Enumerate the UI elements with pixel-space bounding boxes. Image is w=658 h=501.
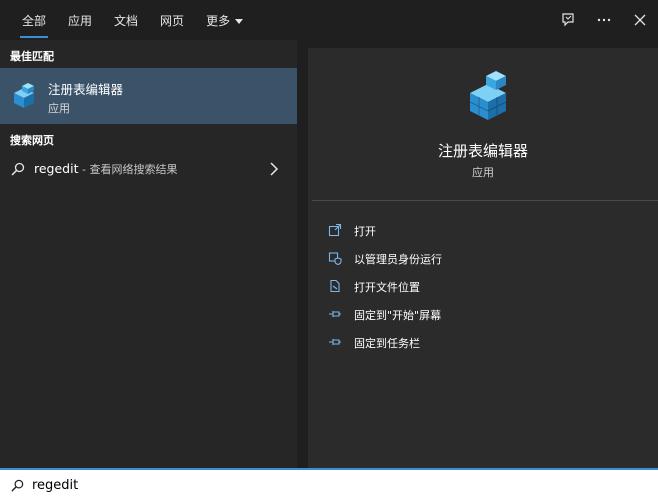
action-open[interactable]: 打开 [308,216,658,244]
search-bar [0,468,658,501]
web-search-heading: 搜索网页 [10,134,54,147]
pin-icon [329,339,341,345]
top-icons [550,0,658,40]
search-icon [11,479,24,492]
tab-web[interactable]: 网页 [152,0,192,40]
action-list: 打开 以管理员身份运行 打开文件位置 固定到"开始"屏幕 固定到任务栏 [308,216,658,356]
search-tabs: 全部 应用 文档 网页 更多 [14,0,257,40]
best-match-heading: 最佳匹配 [10,50,54,63]
best-match-result[interactable]: 注册表编辑器 应用 [0,68,297,124]
tab-all-label: 全部 [22,13,47,28]
tab-documents-label: 文档 [114,13,139,28]
action-pin-to-start[interactable]: 固定到"开始"屏幕 [308,300,658,328]
action-open-label: 打开 [354,225,376,238]
chevron-down-icon [235,18,244,24]
run-as-admin-icon [328,252,342,265]
results-pane: 最佳匹配 注册表编辑器 应用 搜索网页 regedit - 查看网络搜索结果 [0,40,297,468]
action-open-file-location-label: 打开文件位置 [354,281,420,294]
file-location-icon [330,279,340,293]
tab-all[interactable]: 全部 [14,0,54,40]
search-icon [11,162,25,176]
registry-editor-large-icon [469,71,507,120]
web-query-hint: - 查看网络搜索结果 [78,163,178,176]
tab-apps[interactable]: 应用 [60,0,100,40]
feedback-icon[interactable] [550,0,586,40]
web-query-text: regedit [34,161,79,176]
more-icon[interactable] [586,0,622,40]
tab-web-label: 网页 [160,13,185,28]
action-pin-to-taskbar[interactable]: 固定到任务栏 [308,328,658,356]
pin-icon [329,311,341,317]
detail-app-name: 注册表编辑器 [437,142,528,160]
detail-pane: 注册表编辑器 应用 打开 以管理员身份运行 打开文件位置 固定到"开始"屏幕 固… [308,48,658,468]
tab-more[interactable]: 更多 [198,0,251,40]
web-query: regedit - 查看网络搜索结果 [34,161,177,177]
web-search-result[interactable]: regedit - 查看网络搜索结果 [0,156,297,182]
best-match-type: 应用 [48,102,70,115]
chevron-right-icon[interactable] [269,162,279,176]
detail-app-type: 应用 [472,166,494,179]
close-icon[interactable] [622,0,658,40]
windows-search-window: 全部 应用 文档 网页 更多 最佳匹配 注册表编辑器 应用 搜索网页 reged… [0,0,658,501]
action-open-file-location[interactable]: 打开文件位置 [308,272,658,300]
action-pin-to-taskbar-label: 固定到任务栏 [354,337,420,350]
action-pin-to-start-label: 固定到"开始"屏幕 [354,309,442,322]
search-input[interactable] [32,474,532,496]
tab-more-label: 更多 [206,13,231,28]
registry-editor-icon [14,83,34,108]
action-run-as-admin-label: 以管理员身份运行 [354,253,442,266]
action-run-as-admin[interactable]: 以管理员身份运行 [308,244,658,272]
divider [312,200,658,201]
best-match-name: 注册表编辑器 [48,82,124,97]
open-icon [328,223,342,237]
tab-apps-label: 应用 [68,13,93,28]
tab-documents[interactable]: 文档 [106,0,146,40]
top-bar: 全部 应用 文档 网页 更多 [0,0,658,40]
